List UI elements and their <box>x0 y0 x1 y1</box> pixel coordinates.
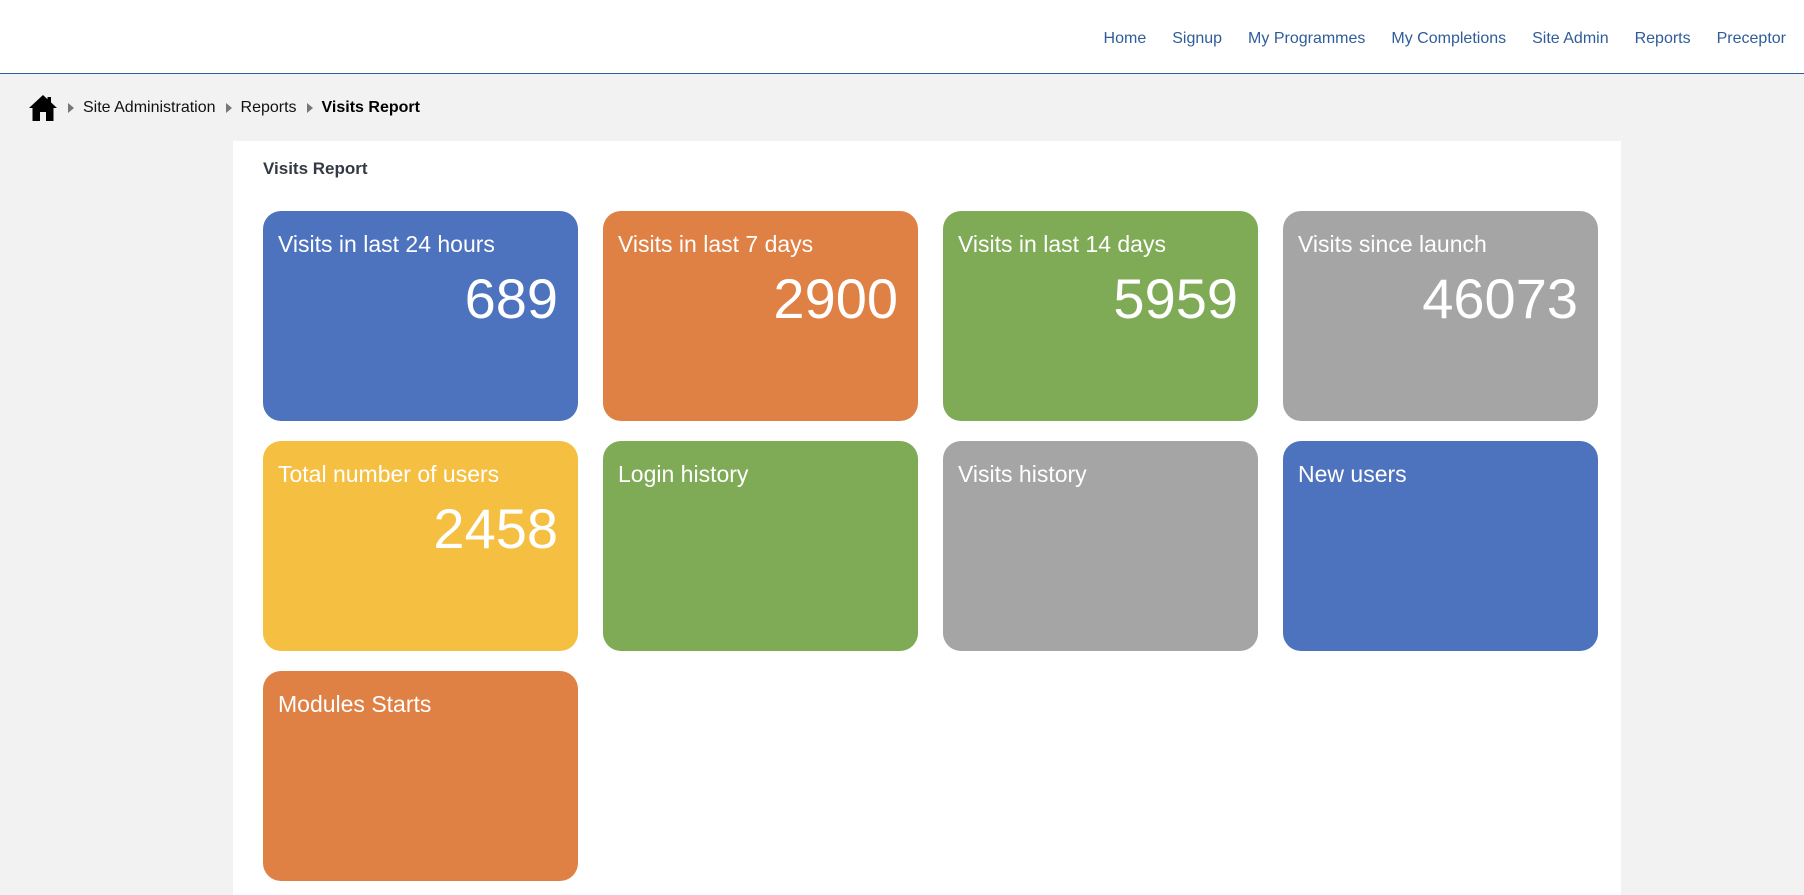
breadcrumb-site-administration[interactable]: Site Administration <box>83 99 216 117</box>
breadcrumb-separator-icon <box>225 103 232 113</box>
tile-total-users[interactable]: Total number of users 2458 <box>263 441 578 651</box>
nav-link-reports[interactable]: Reports <box>1635 30 1691 48</box>
main-nav: Home Signup My Programmes My Completions… <box>1078 30 1786 48</box>
tile-value: 689 <box>464 267 558 330</box>
nav-link-site-admin[interactable]: Site Admin <box>1532 30 1608 48</box>
nav-link-preceptor[interactable]: Preceptor <box>1717 30 1786 48</box>
tile-login-history[interactable]: Login history <box>603 441 918 651</box>
tile-title: Visits in last 7 days <box>618 231 814 257</box>
tile-visits-7-days[interactable]: Visits in last 7 days 2900 <box>603 211 918 421</box>
tile-title: Visits in last 14 days <box>958 231 1166 257</box>
home-icon[interactable] <box>28 94 58 122</box>
tile-title: Visits in last 24 hours <box>278 231 495 257</box>
breadcrumb-current-page: Visits Report <box>321 99 420 116</box>
tile-new-users[interactable]: New users <box>1283 441 1598 651</box>
breadcrumb-reports[interactable]: Reports <box>241 99 297 117</box>
tile-visits-since-launch[interactable]: Visits since launch 46073 <box>1283 211 1598 421</box>
tile-title: New users <box>1298 461 1407 487</box>
nav-link-my-programmes[interactable]: My Programmes <box>1248 30 1365 48</box>
tile-title: Login history <box>618 461 749 487</box>
tile-value: 5959 <box>1113 267 1238 330</box>
tile-modules-starts[interactable]: Modules Starts <box>263 671 578 881</box>
nav-link-my-completions[interactable]: My Completions <box>1391 30 1506 48</box>
tile-value: 2900 <box>773 267 898 330</box>
nav-link-signup[interactable]: Signup <box>1172 30 1222 48</box>
tile-title: Total number of users <box>278 461 500 487</box>
breadcrumb-separator-icon <box>68 103 74 113</box>
tile-title: Visits history <box>958 461 1087 487</box>
tile-visits-14-days[interactable]: Visits in last 14 days 5959 <box>943 211 1258 421</box>
breadcrumb-separator-icon <box>306 103 313 113</box>
report-panel: Visits Report Visits in last 24 hours 68… <box>233 141 1621 895</box>
nav-link-home[interactable]: Home <box>1104 30 1147 48</box>
top-navigation-bar: Home Signup My Programmes My Completions… <box>0 0 1804 74</box>
tile-value: 46073 <box>1422 267 1578 330</box>
breadcrumb: Site Administration Reports Visits Repor… <box>28 92 420 124</box>
tile-visits-24-hours[interactable]: Visits in last 24 hours 689 <box>263 211 578 421</box>
tile-visits-history[interactable]: Visits history <box>943 441 1258 651</box>
tile-title: Modules Starts <box>278 691 432 717</box>
tile-value: 2458 <box>433 497 558 560</box>
page-title: Visits Report <box>263 159 368 178</box>
tile-title: Visits since launch <box>1298 231 1487 257</box>
